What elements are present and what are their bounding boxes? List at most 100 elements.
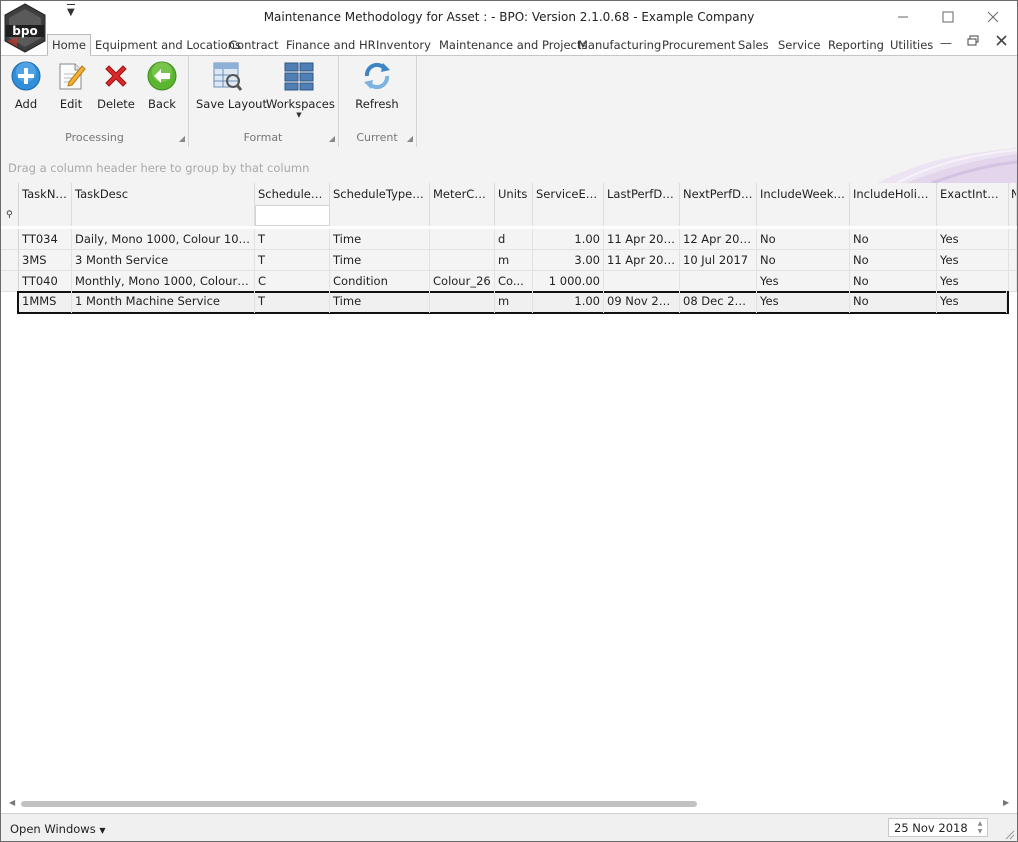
tab-contract[interactable]: Contract xyxy=(229,36,278,54)
cell-exactinterval[interactable]: Yes xyxy=(937,250,1009,270)
tab-finance-and-hr[interactable]: Finance and HR xyxy=(286,36,376,54)
tab-reporting[interactable]: Reporting xyxy=(828,36,884,54)
cell-tasknum[interactable]: TT034 xyxy=(19,229,72,249)
table-row[interactable]: TT040 Monthly, Mono 1000, Colour 1000...… xyxy=(1,271,1017,292)
group-by-panel[interactable]: Drag a column header here to group by th… xyxy=(1,148,1017,183)
table-row-selected[interactable]: 1MMS 1 Month Machine Service T Time m 1.… xyxy=(17,291,1009,314)
mdi-close-icon[interactable] xyxy=(996,35,1007,49)
table-row[interactable]: 3MS 3 Month Service T Time m 3.00 11 Apr… xyxy=(1,250,1017,271)
cell-next[interactable] xyxy=(1009,229,1017,249)
column-header-lastperfdate[interactable]: LastPerfDate xyxy=(604,183,680,205)
filter-cell[interactable] xyxy=(757,205,850,226)
cell-lastperfdate[interactable]: 11 Apr 2017 xyxy=(604,250,680,270)
tab-procurement[interactable]: Procurement xyxy=(662,36,735,54)
tab-service[interactable]: Service xyxy=(778,36,821,54)
cell-lastperfdate[interactable]: 09 Nov 2018 xyxy=(604,291,680,313)
cell-serviceevery[interactable]: 3.00 xyxy=(533,250,604,270)
cell-taskdesc[interactable]: Monthly, Mono 1000, Colour 1000... xyxy=(72,271,255,291)
scroll-thumb[interactable] xyxy=(21,801,697,807)
cell-nextperfdate[interactable] xyxy=(680,271,757,291)
scroll-left-icon[interactable]: ◀ xyxy=(9,798,15,807)
column-header-taskdesc[interactable]: TaskDesc xyxy=(72,183,255,205)
column-header-tasknum[interactable]: TaskNum xyxy=(19,183,72,205)
cell-metercode[interactable]: Colour_26 xyxy=(430,271,495,291)
column-header-scheduletype[interactable]: ScheduleType xyxy=(255,183,330,205)
tasks-grid[interactable]: TaskNum TaskDesc ScheduleType ScheduleTy… xyxy=(1,183,1017,795)
cell-taskdesc[interactable]: Daily, Mono 1000, Colour 1000 - ... xyxy=(72,229,255,249)
back-button[interactable]: Back xyxy=(142,60,182,111)
cell-scheduletypedesc[interactable]: Time xyxy=(330,291,430,313)
delete-button[interactable]: Delete xyxy=(96,60,136,111)
open-windows-menu[interactable]: Open Windows ▼ xyxy=(10,822,106,836)
cell-serviceevery[interactable]: 1.00 xyxy=(533,291,604,313)
cell-metercode[interactable] xyxy=(430,291,495,313)
cell-tasknum[interactable]: 1MMS xyxy=(19,291,72,313)
scroll-right-icon[interactable]: ▶ xyxy=(1003,798,1009,807)
filter-cell[interactable] xyxy=(330,205,430,226)
cell-units[interactable]: m xyxy=(495,291,533,313)
refresh-button[interactable]: Refresh xyxy=(352,60,402,111)
cell-includeweekends[interactable]: Yes xyxy=(757,271,850,291)
cell-serviceevery[interactable]: 1 000.00 xyxy=(533,271,604,291)
tab-manufacturing[interactable]: Manufacturing xyxy=(578,36,661,54)
maximize-button[interactable] xyxy=(928,5,968,29)
cell-scheduletypedesc[interactable]: Condition xyxy=(330,271,430,291)
cell-scheduletype[interactable]: T xyxy=(255,250,330,270)
cell-nextperfdate[interactable]: 10 Jul 2017 xyxy=(680,250,757,270)
filter-cell[interactable] xyxy=(72,205,255,226)
filter-cell[interactable] xyxy=(533,205,604,226)
horizontal-scrollbar[interactable]: ◀ ▶ xyxy=(1,797,1017,811)
column-header-units[interactable]: Units xyxy=(495,183,533,205)
cell-units[interactable]: d xyxy=(495,229,533,249)
tab-home[interactable]: Home xyxy=(47,34,91,56)
cell-includeholidays[interactable]: No xyxy=(850,291,937,313)
table-row[interactable]: TT034 Daily, Mono 1000, Colour 1000 - ..… xyxy=(1,229,1017,250)
filter-cell-active[interactable] xyxy=(255,205,330,226)
add-button[interactable]: Add xyxy=(6,60,46,111)
cell-lastperfdate[interactable]: 11 Apr 2017 xyxy=(604,229,680,249)
column-header-exactinterval[interactable]: ExactInter... xyxy=(937,183,1009,205)
filter-cell[interactable] xyxy=(1009,205,1017,226)
cell-scheduletype[interactable]: C xyxy=(255,271,330,291)
cell-scheduletype[interactable]: T xyxy=(255,229,330,249)
cell-exactinterval[interactable]: Yes xyxy=(937,271,1009,291)
cell-taskdesc[interactable]: 3 Month Service xyxy=(72,250,255,270)
date-spin-down-icon[interactable]: ▼ xyxy=(975,828,985,836)
column-header-metercode[interactable]: MeterCode xyxy=(430,183,495,205)
tab-utilities[interactable]: Utilities xyxy=(890,36,933,54)
filter-cell[interactable] xyxy=(19,205,72,226)
cell-exactinterval[interactable]: Yes xyxy=(937,229,1009,249)
date-spin-up-icon[interactable]: ▲ xyxy=(975,820,985,828)
grid-filter-row[interactable]: ⚲ xyxy=(1,205,1017,227)
cell-scheduletypedesc[interactable]: Time xyxy=(330,250,430,270)
mdi-restore-icon[interactable] xyxy=(967,35,979,50)
resize-grip-icon[interactable] xyxy=(1003,828,1015,840)
cell-next[interactable] xyxy=(1009,271,1017,291)
close-button[interactable] xyxy=(973,5,1013,29)
filter-cell[interactable] xyxy=(604,205,680,226)
cell-includeweekends[interactable]: No xyxy=(757,229,850,249)
cell-units[interactable]: m xyxy=(495,250,533,270)
filter-cell[interactable] xyxy=(430,205,495,226)
cell-includeweekends[interactable]: Yes xyxy=(757,291,850,313)
date-field[interactable]: 25 Nov 2018 ▲ ▼ xyxy=(888,818,988,837)
cell-taskdesc[interactable]: 1 Month Machine Service xyxy=(72,291,255,313)
column-header-includeweekends[interactable]: IncludeWeekEnds xyxy=(757,183,850,205)
filter-cell[interactable] xyxy=(850,205,937,226)
cell-includeholidays[interactable]: No xyxy=(850,229,937,249)
group-launcher-icon[interactable]: ◢ xyxy=(329,134,335,143)
group-launcher-icon[interactable]: ◢ xyxy=(179,134,185,143)
cell-units[interactable]: Co... xyxy=(495,271,533,291)
edit-button[interactable]: Edit xyxy=(51,60,91,111)
filter-cell[interactable] xyxy=(937,205,1009,226)
cell-exactinterval[interactable]: Yes xyxy=(937,291,1007,313)
save-layout-button[interactable]: Save Layout xyxy=(196,60,267,111)
cell-nextperfdate[interactable]: 08 Dec 2018 xyxy=(680,291,757,313)
cell-next[interactable] xyxy=(1009,250,1017,270)
cell-serviceevery[interactable]: 1.00 xyxy=(533,229,604,249)
cell-nextperfdate[interactable]: 12 Apr 2017 xyxy=(680,229,757,249)
cell-includeweekends[interactable]: No xyxy=(757,250,850,270)
tab-inventory[interactable]: Inventory xyxy=(376,36,431,54)
minimize-button[interactable] xyxy=(883,5,923,29)
filter-cell[interactable] xyxy=(680,205,757,226)
